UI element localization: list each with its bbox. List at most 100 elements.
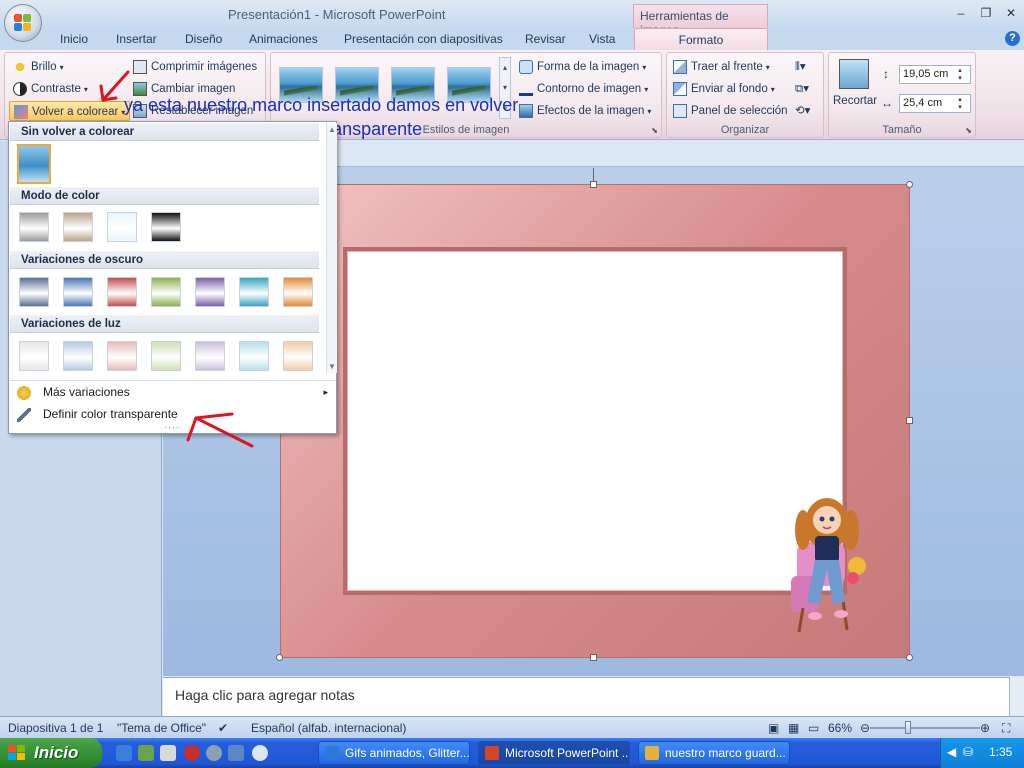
color-palette-icon (17, 386, 31, 400)
no-recolor-swatch[interactable] (17, 144, 51, 184)
panel-seleccion-button[interactable]: Panel de selección (673, 101, 788, 121)
title-bar: Presentación1 - Microsoft PowerPoint Her… (0, 0, 1024, 37)
tab-diseno[interactable]: Diseño (185, 32, 222, 46)
dark-variation-swatch-2[interactable] (63, 277, 93, 307)
organizar-group-label: Organizar (720, 124, 770, 136)
picture-tools-context-header: Herramientas de imagen (633, 4, 768, 37)
fit-window-icon[interactable]: ⛶ (1002, 721, 1010, 736)
light-variation-swatch-4[interactable] (151, 341, 181, 371)
windows-flag-icon (8, 745, 26, 761)
quicklaunch-player-icon[interactable] (206, 745, 222, 761)
zoom-out-icon[interactable]: ⊖ (860, 721, 870, 735)
section-luz: Variaciones de luz (10, 315, 319, 333)
traer-frente-button[interactable]: Traer al frente ▾ (673, 57, 770, 77)
menu-resize-grip[interactable]: ···· (164, 422, 180, 432)
color-mode-swatch-4[interactable] (151, 212, 181, 242)
slideshow-view-icon[interactable]: ▭ (808, 721, 819, 735)
volver-a-colorear-button[interactable]: Volver a colorear ▾ (9, 101, 131, 121)
zoom-in-icon[interactable]: ⊕ (980, 721, 990, 735)
tray-expand-icon[interactable]: ◀ (947, 745, 956, 759)
tab-inicio[interactable]: Inicio (60, 32, 88, 46)
crop-icon[interactable] (839, 59, 869, 89)
dialog-launcher-icon[interactable]: ⬊ (651, 126, 658, 135)
section-sin-volver: Sin volver a colorear (10, 123, 319, 141)
forma-label: Forma de la imagen (537, 61, 640, 73)
vertical-scrollbar[interactable] (1009, 677, 1024, 716)
start-button[interactable]: Inicio (0, 738, 102, 768)
help-icon[interactable]: ? (1005, 31, 1020, 46)
tab-insertar[interactable]: Insertar (116, 32, 157, 46)
task-nuestro-marco[interactable]: nuestro marco guard... (638, 741, 790, 765)
resize-handle-bottom[interactable] (590, 654, 597, 661)
light-variation-swatch-1[interactable] (19, 341, 49, 371)
light-variation-swatch-6[interactable] (239, 341, 269, 371)
resize-handle-top[interactable] (590, 181, 597, 188)
resize-handle-bl[interactable] (276, 654, 283, 661)
mas-variaciones-item[interactable]: Más variaciones ▸ (10, 382, 336, 403)
sun-icon (13, 59, 27, 74)
network-icon[interactable]: ⛁ (963, 745, 973, 759)
dark-variation-swatch-3[interactable] (107, 277, 137, 307)
efectos-imagen-button[interactable]: Efectos de la imagen ▾ (519, 101, 651, 121)
close-icon[interactable]: ✕ (1003, 6, 1019, 20)
color-mode-swatch-2[interactable] (63, 212, 93, 242)
resize-handle-right[interactable] (906, 417, 913, 424)
tab-revisar[interactable]: Revisar (525, 32, 566, 46)
light-variation-swatch-3[interactable] (107, 341, 137, 371)
brillo-button[interactable]: Brillo ▾ (13, 57, 64, 77)
rotate-icon[interactable]: ⟲▾ (795, 101, 810, 121)
enviar-fondo-button[interactable]: Enviar al fondo ▾ (673, 79, 775, 99)
comprimir-button[interactable]: Comprimir imágenes (133, 57, 257, 77)
notes-pane[interactable]: Haga clic para agregar notas (163, 677, 1009, 716)
tab-animaciones[interactable]: Animaciones (249, 32, 318, 46)
quicklaunch-messenger-icon[interactable] (228, 745, 244, 761)
tab-formato[interactable]: Formato (634, 28, 768, 51)
zoom-level[interactable]: 66% (828, 721, 852, 735)
language-indicator[interactable]: Español (alfab. internacional) (251, 721, 406, 735)
dark-variation-swatch-7[interactable] (283, 277, 313, 307)
quicklaunch-wmp-icon[interactable] (252, 745, 268, 761)
color-mode-swatch-3[interactable] (107, 212, 137, 242)
quicklaunch-media-icon[interactable] (184, 745, 200, 761)
office-button[interactable] (4, 4, 42, 42)
forma-imagen-button[interactable]: Forma de la imagen ▾ (519, 57, 646, 77)
dark-variation-swatch-6[interactable] (239, 277, 269, 307)
tab-vista[interactable]: Vista (589, 32, 615, 46)
zoom-slider-thumb[interactable] (905, 721, 911, 734)
light-variation-swatch-7[interactable] (283, 341, 313, 371)
dark-variation-swatch-4[interactable] (151, 277, 181, 307)
recortar-button[interactable]: Recortar (833, 91, 877, 111)
quicklaunch-app-icon[interactable] (138, 745, 154, 761)
width-icon: ↔ (881, 96, 893, 110)
spelling-check-icon[interactable]: ✔ (218, 721, 228, 735)
align-icon[interactable]: ⫴▾ (795, 57, 806, 77)
restore-icon[interactable]: ❐ (978, 6, 994, 20)
efectos-label: Efectos de la imagen (537, 105, 645, 117)
dark-variation-swatch-1[interactable] (19, 277, 49, 307)
height-icon: ↕ (883, 67, 889, 81)
resize-handle-br[interactable] (906, 654, 913, 661)
ie-icon[interactable] (116, 745, 132, 761)
light-variation-swatch-2[interactable] (63, 341, 93, 371)
quicklaunch-explorer-icon[interactable] (160, 745, 176, 761)
minimize-icon[interactable]: – (953, 6, 969, 20)
resize-handle-tr[interactable] (906, 181, 913, 188)
color-mode-swatch-1[interactable] (19, 212, 49, 242)
width-field[interactable]: 25,4 cm (899, 94, 971, 113)
size-dialog-launcher-icon[interactable]: ⬊ (965, 126, 972, 135)
dark-variation-swatch-5[interactable] (195, 277, 225, 307)
quick-access-toolbar[interactable] (48, 6, 108, 22)
slide-sorter-icon[interactable]: ▦ (788, 721, 799, 735)
contraste-button[interactable]: Contraste ▾ (13, 79, 88, 99)
height-field[interactable]: 19,05 cm (899, 65, 971, 84)
tab-presentacion[interactable]: Presentación con diapositivas (344, 32, 503, 46)
contorno-imagen-button[interactable]: Contorno de imagen ▾ (519, 79, 648, 99)
task-label: Gifs animados, Glitter... (345, 746, 470, 760)
task-powerpoint[interactable]: Microsoft PowerPoint ... (478, 741, 630, 765)
task-gifs-animados[interactable]: Gifs animados, Glitter... (318, 741, 470, 765)
menu-scrollbar[interactable]: ▲ ▼ (326, 123, 337, 373)
zoom-slider[interactable] (870, 727, 980, 729)
normal-view-icon[interactable]: ▣ (768, 721, 779, 735)
light-variation-swatch-5[interactable] (195, 341, 225, 371)
group-objects-icon[interactable]: ⧉▾ (795, 79, 809, 99)
